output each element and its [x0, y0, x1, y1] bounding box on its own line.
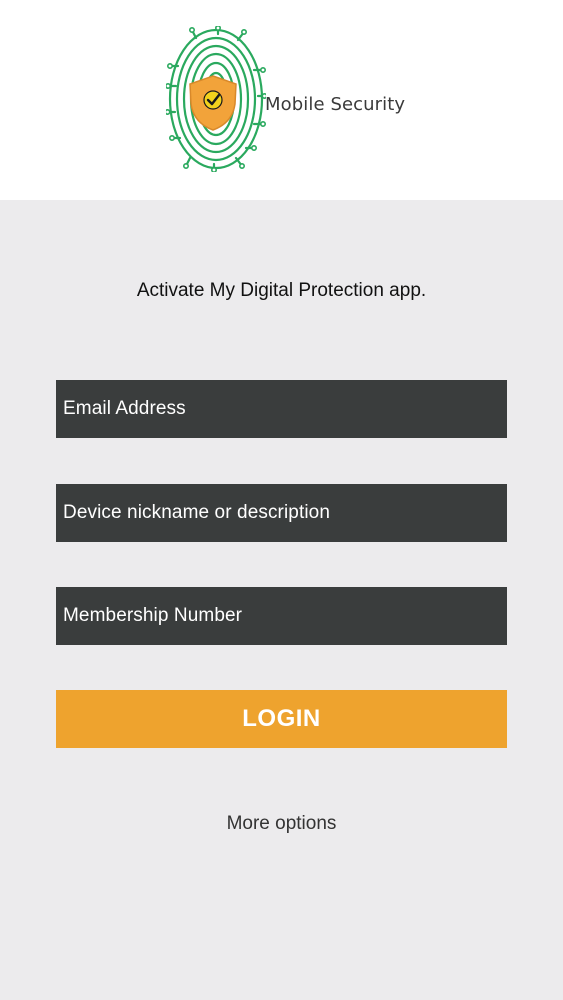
device-nickname-field[interactable]: Device nickname or description: [56, 484, 507, 542]
email-field[interactable]: Email Address: [56, 380, 507, 438]
email-field-placeholder: Email Address: [63, 398, 186, 419]
device-nickname-field-placeholder: Device nickname or description: [63, 502, 331, 523]
header: Mobile Security: [0, 0, 563, 200]
fingerprint-shield-icon: [166, 26, 266, 172]
membership-number-field-placeholder: Membership Number: [63, 605, 243, 626]
page-title: Activate My Digital Protection app.: [136, 280, 427, 301]
more-options-link[interactable]: More options: [0, 813, 563, 835]
brand-name: Mobile Security: [265, 94, 406, 115]
membership-number-field[interactable]: Membership Number: [56, 587, 507, 645]
login-button[interactable]: LOGIN: [56, 690, 507, 748]
